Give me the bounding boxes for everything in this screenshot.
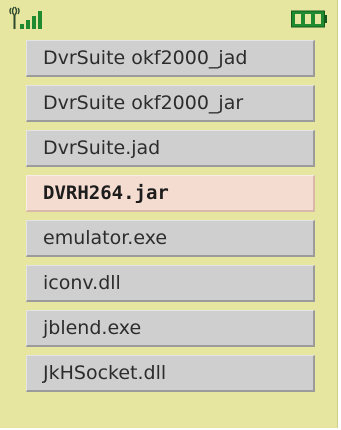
file-item[interactable]: iconv.dll	[26, 265, 315, 302]
file-item-selected[interactable]: DVRH264.jar	[26, 175, 315, 212]
file-item[interactable]: DvrSuite okf2000_jad	[26, 40, 315, 77]
battery-icon	[291, 10, 327, 28]
file-item[interactable]: jblend.exe	[26, 310, 315, 347]
phone-screen: DvrSuite okf2000_jad DvrSuite okf2000_ja…	[0, 0, 338, 428]
file-item[interactable]: DvrSuite okf2000_jar	[26, 85, 315, 122]
signal-strength-icon	[9, 6, 42, 29]
file-item[interactable]: DvrSuite.jad	[26, 130, 315, 167]
file-item[interactable]: emulator.exe	[26, 220, 315, 257]
file-list: DvrSuite okf2000_jad DvrSuite okf2000_ja…	[26, 40, 330, 400]
file-item[interactable]: JkHSocket.dll	[26, 355, 315, 392]
